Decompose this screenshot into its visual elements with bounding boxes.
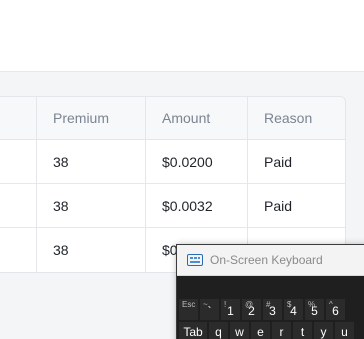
key-main-label: 1 <box>227 304 234 318</box>
table-row[interactable]: 38 $0.0032 Paid <box>0 184 345 228</box>
key-sub-label: $ <box>287 300 292 309</box>
key-sub-label: ! <box>224 300 227 309</box>
app-page: Premium Amount Reason 38 $0.0200 Paid 38… <box>0 0 364 339</box>
table-header-row: Premium Amount Reason <box>0 97 345 140</box>
key-main-label: y <box>320 325 327 339</box>
key-5[interactable]: % 5 <box>305 299 324 320</box>
premium-cell: 38 <box>53 197 69 214</box>
key-main-label: Tab <box>183 325 203 339</box>
key-y[interactable]: y <box>314 322 333 339</box>
key-1[interactable]: ! 1 <box>221 299 240 320</box>
key-main-label: r <box>279 325 284 339</box>
key-main-label: t <box>300 325 305 339</box>
key-main-label: ` <box>207 304 212 318</box>
key-backtick[interactable]: ~ ` <box>200 299 219 320</box>
column-divider <box>36 97 37 272</box>
table-row[interactable]: 38 $0.0200 Paid <box>0 140 345 184</box>
key-sub-label: Esc <box>182 300 196 309</box>
on-screen-keyboard-window[interactable]: On-Screen Keyboard Esc ~ ` ! 1 @ 2 # 3 $… <box>176 244 364 339</box>
key-2[interactable]: @ 2 <box>242 299 261 320</box>
key-main-label: q <box>215 325 222 339</box>
osk-title-bar[interactable]: On-Screen Keyboard <box>177 245 364 276</box>
key-sub-label: @ <box>245 300 254 309</box>
key-main-label: e <box>257 325 264 339</box>
column-header-amount[interactable]: Amount <box>162 97 210 139</box>
key-main-label: u <box>341 325 348 339</box>
key-3[interactable]: # 3 <box>263 299 282 320</box>
premium-cell: 38 <box>53 153 69 170</box>
key-r[interactable]: r <box>272 322 291 339</box>
premium-cell: 38 <box>53 241 69 258</box>
key-w[interactable]: w <box>230 322 249 339</box>
key-4[interactable]: $ 4 <box>284 299 303 320</box>
osk-title: On-Screen Keyboard <box>210 253 323 267</box>
key-sub-label: % <box>308 300 316 309</box>
column-header-premium[interactable]: Premium <box>53 97 109 139</box>
key-t[interactable]: t <box>293 322 312 339</box>
column-divider <box>145 97 146 272</box>
key-6[interactable]: ^ 6 <box>326 299 345 320</box>
key-q[interactable]: q <box>209 322 228 339</box>
amount-cell: $0.0032 <box>162 197 213 214</box>
key-u[interactable]: u <box>335 322 354 339</box>
reason-cell: Paid <box>264 197 293 214</box>
key-sub-label: ~ <box>203 300 208 309</box>
key-e[interactable]: e <box>251 322 270 339</box>
amount-cell: $0.0200 <box>162 153 213 170</box>
column-header-reason[interactable]: Reason <box>264 97 312 139</box>
key-esc[interactable]: Esc <box>179 299 198 320</box>
key-sub-label: ^ <box>329 300 333 309</box>
key-main-label: 6 <box>332 304 339 318</box>
key-sub-label: # <box>266 300 271 309</box>
reason-cell: Paid <box>264 153 293 170</box>
keyboard-icon <box>187 254 203 266</box>
key-main-label: w <box>235 325 244 339</box>
key-tab[interactable]: Tab <box>179 322 207 339</box>
top-panel <box>0 0 364 72</box>
